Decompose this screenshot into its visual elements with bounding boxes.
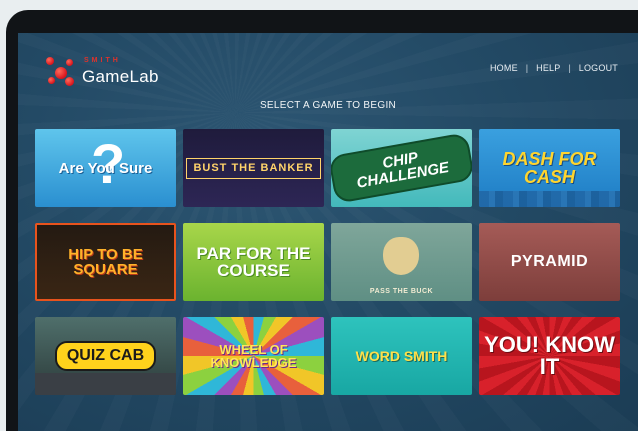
molecule-logo-icon <box>44 55 78 89</box>
nav-separator: | <box>568 63 571 73</box>
game-title: PAR FOR THE COURSE <box>196 244 311 280</box>
top-nav: HOME | HELP | LOGOUT <box>490 63 618 73</box>
game-grid: ? Are You Sure BUST THE BANKER CHIP CHAL… <box>35 129 620 395</box>
game-title: BUST THE BANKER <box>186 157 321 179</box>
select-game-prompt: SELECT A GAME TO BEGIN <box>259 100 397 111</box>
brand-name: GameLab <box>82 67 159 86</box>
game-tile-hip-to-be-square[interactable]: HIP TO BE SQUARE <box>35 223 176 301</box>
city-skyline-icon <box>479 191 620 207</box>
brand-small-text: SMITH <box>84 57 121 64</box>
nav-help-link[interactable]: HELP <box>536 63 560 73</box>
game-tile-wheel-of-knowledge[interactable]: WHEEL OF KNOWLEDGE <box>183 317 324 395</box>
game-title: WORD SMITH <box>355 348 448 364</box>
game-tile-par-for-the-course[interactable]: PAR FOR THE COURSE <box>183 223 324 301</box>
game-title: HIP TO BE SQUARE <box>68 246 143 278</box>
game-title: QUIZ CAB <box>54 341 157 371</box>
nav-home-link[interactable]: HOME <box>490 63 518 73</box>
game-tile-you-know-it[interactable]: YOU! KNOW IT <box>479 317 620 395</box>
game-title: PYRAMID <box>510 253 589 270</box>
game-title: YOU! KNOW IT <box>484 332 615 379</box>
game-tile-bust-the-banker[interactable]: BUST THE BANKER <box>183 129 324 207</box>
game-tile-chip-challenge[interactable]: CHIP CHALLENGE <box>331 129 472 207</box>
game-title: CHIP CHALLENGE <box>331 132 472 204</box>
nav-separator: | <box>525 63 529 73</box>
game-title: PASS THE BUCK <box>369 288 434 295</box>
game-tile-dash-for-cash[interactable]: DASH FOR CASH <box>479 129 620 207</box>
game-tile-are-you-sure[interactable]: ? Are You Sure <box>35 129 176 207</box>
game-title: Are You Sure <box>58 159 153 177</box>
road-icon <box>35 373 176 395</box>
game-tile-quiz-cab[interactable]: QUIZ CAB <box>35 317 176 395</box>
gamelab-logo[interactable]: SMITH GameLab <box>44 55 174 89</box>
app-screen: SMITH GameLab HOME | HELP | LOGOUT SELEC… <box>18 33 638 431</box>
nav-logout-link[interactable]: LOGOUT <box>579 63 618 73</box>
game-title: DASH FOR CASH <box>502 149 597 187</box>
game-title: WHEEL OF KNOWLEDGE <box>210 342 297 370</box>
game-tile-pass-the-buck[interactable]: PASS THE BUCK <box>331 223 472 301</box>
game-tile-word-smith[interactable]: WORD SMITH <box>331 317 472 395</box>
game-tile-pyramid[interactable]: PYRAMID <box>479 223 620 301</box>
deer-icon <box>383 237 419 275</box>
